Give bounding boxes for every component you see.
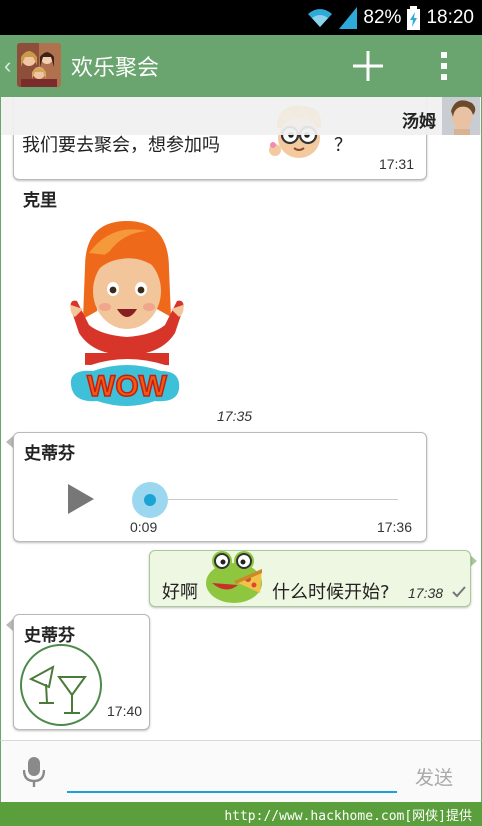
message-time: 17:31 [378, 156, 414, 172]
message-time: 17:36 [376, 519, 412, 535]
wifi-icon [308, 9, 333, 27]
status-bar: 82% 18:20 [0, 0, 482, 35]
audio-message-bubble[interactable]: 史蒂芬 0:09 17:36 [13, 432, 427, 542]
compose-bar: 发送 [0, 740, 482, 802]
message-bubble[interactable]: 史蒂芬 17:40 [13, 614, 150, 730]
battery-icon [407, 6, 421, 30]
bubble-tail [6, 436, 13, 448]
bubble-tail [470, 555, 477, 567]
audio-progress-thumb[interactable] [132, 482, 168, 518]
sticker-caption: WOW [87, 370, 168, 403]
cheers-glasses-sticker [20, 644, 102, 726]
message-time: 17:35 [217, 408, 253, 424]
message-bubble-outgoing[interactable]: 好啊 什么时候开始? 17:38 [149, 550, 471, 607]
chat-area[interactable]: 我们要去聚会，想参加吗 ？ 17:31 汤姆 克里 WOW 17:35 史蒂芬 … [0, 97, 482, 740]
signal-icon [339, 7, 358, 29]
wow-girl-sticker[interactable]: WOW [61, 213, 191, 423]
avatar[interactable] [442, 97, 480, 135]
sender-header: 汤姆 [1, 97, 481, 135]
plus-icon[interactable] [351, 49, 385, 83]
message-input[interactable] [67, 753, 397, 793]
chat-title: 欢乐聚会 [71, 56, 160, 81]
send-button[interactable]: 发送 [415, 763, 453, 790]
message-time: 17:38 [408, 585, 444, 601]
clock: 18:20 [426, 7, 474, 28]
group-avatar[interactable] [17, 43, 61, 87]
sender-name: 汤姆 [402, 112, 436, 132]
check-icon [452, 586, 466, 598]
sender-name: 克里 [23, 191, 57, 211]
message-time: 17:40 [107, 703, 143, 719]
watermark-bar: http://www.hackhome.com[网侠]提供 [0, 802, 482, 826]
battery-percent: 82% [363, 7, 402, 28]
audio-elapsed: 0:09 [130, 519, 158, 535]
back-chevron-left-icon[interactable]: ‹ [4, 53, 11, 79]
status-icons: 82% 18:20 [307, 5, 474, 31]
message-text-suffix: 什么时候开始? [272, 582, 390, 603]
watermark-text: http://www.hackhome.com[网侠]提供 [224, 809, 472, 824]
sender-name: 史蒂芬 [24, 444, 75, 464]
play-icon[interactable] [66, 482, 96, 516]
bubble-tail [6, 619, 13, 631]
microphone-icon[interactable] [23, 756, 45, 788]
frog-pizza-sticker [206, 551, 262, 603]
action-bar: ‹ 欢乐聚会 [0, 35, 482, 97]
audio-progress-track[interactable] [150, 499, 398, 500]
overflow-menu-icon[interactable] [438, 49, 450, 83]
message-text: 好啊 [162, 582, 198, 603]
